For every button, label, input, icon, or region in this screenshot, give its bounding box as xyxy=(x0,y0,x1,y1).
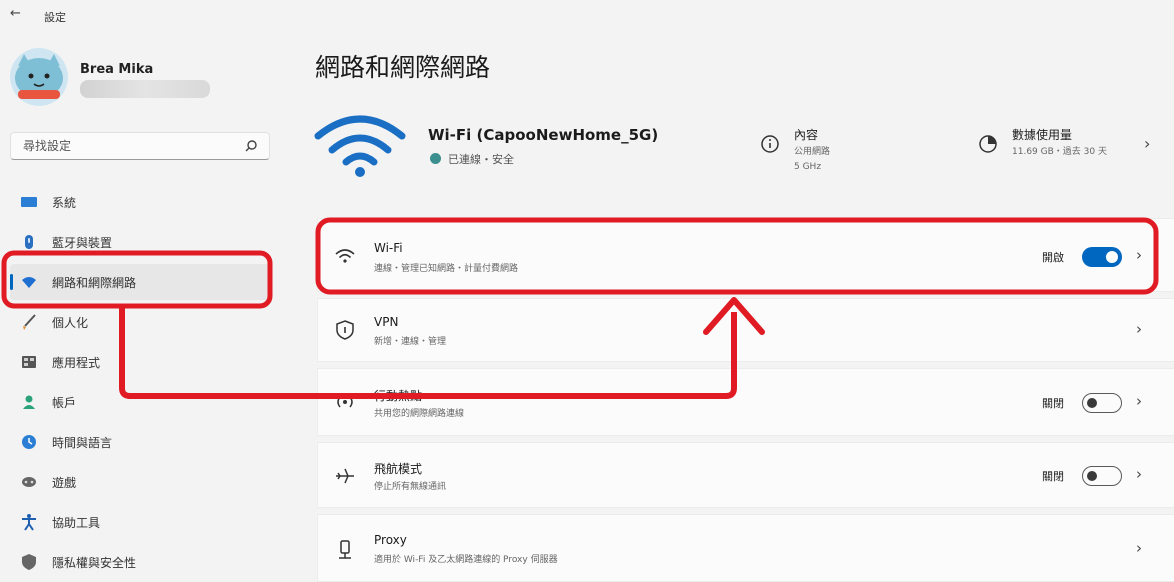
sidebar-item-label: 遊戲 xyxy=(52,476,77,490)
sidebar-item-apps[interactable]: 應用程式 xyxy=(10,344,270,380)
sidebar-item-label: 藍牙與裝置 xyxy=(52,236,113,250)
properties-network-type: 公用網路 xyxy=(794,147,831,157)
shield-icon xyxy=(22,554,36,570)
card-subtitle: 新增・連線・管理 xyxy=(374,337,447,347)
toggle-state-label: 開啟 xyxy=(1042,251,1064,264)
network-status: 已連線・安全 xyxy=(448,153,514,166)
vpn-card[interactable]: VPN 新增・連線・管理 › xyxy=(317,298,1174,362)
sidebar-item-label: 應用程式 xyxy=(52,356,101,370)
wifi-icon xyxy=(335,249,355,263)
search-input[interactable] xyxy=(21,138,245,154)
airplane-mode-toggle[interactable] xyxy=(1082,466,1122,486)
search-icon[interactable] xyxy=(242,137,260,155)
sidebar-item-label: 帳戶 xyxy=(52,396,77,410)
chevron-right-icon[interactable]: › xyxy=(1136,320,1142,338)
user-name: Brea Mika xyxy=(80,62,154,77)
card-subtitle: 連線・管理已知網路・計量付費網路 xyxy=(374,264,519,274)
person-icon xyxy=(23,395,35,409)
chevron-right-icon[interactable]: › xyxy=(1136,246,1142,264)
sidebar-item-accounts[interactable]: 帳戶 xyxy=(10,384,270,420)
sidebar-item-label: 時間與語言 xyxy=(52,436,113,450)
card-title: Wi-Fi xyxy=(374,241,403,255)
sidebar-item-privacy[interactable]: 隱私權與安全性 xyxy=(10,544,270,580)
connected-shield-icon xyxy=(430,153,441,164)
proxy-icon xyxy=(339,540,351,559)
wifi-card[interactable]: Wi-Fi 連線・管理已知網路・計量付費網路 開啟 › xyxy=(317,218,1174,292)
airplane-mode-card[interactable]: 飛航模式 停止所有無線通訊 關閉 › xyxy=(317,442,1174,508)
data-usage-icon xyxy=(979,135,997,153)
chevron-right-icon[interactable]: › xyxy=(1136,539,1142,557)
brush-icon xyxy=(23,314,36,330)
chevron-right-icon[interactable]: › xyxy=(1136,392,1142,410)
properties-title[interactable]: 內容 xyxy=(794,126,818,143)
sidebar-item-gaming[interactable]: 遊戲 xyxy=(10,464,270,500)
toggle-state-label: 關閉 xyxy=(1042,470,1064,483)
card-subtitle: 共用您的網際網路連線 xyxy=(374,409,465,419)
chevron-right-icon[interactable]: › xyxy=(1136,465,1142,483)
hotspot-toggle[interactable] xyxy=(1082,393,1122,413)
sidebar-item-time-language[interactable]: 時間與語言 xyxy=(10,424,270,460)
title-bar: ← 設定 xyxy=(0,0,1174,34)
wifi-large-icon xyxy=(314,115,406,177)
wifi-toggle[interactable] xyxy=(1082,247,1122,267)
bluetooth-devices-icon xyxy=(25,235,33,249)
monitor-icon xyxy=(21,197,37,207)
card-title: 飛航模式 xyxy=(374,462,423,476)
card-subtitle: 適用於 Wi-Fi 及乙太網路連線的 Proxy 伺服器 xyxy=(374,555,558,565)
sidebar-item-label: 隱私權與安全性 xyxy=(52,556,137,570)
sidebar-item-label: 系統 xyxy=(52,196,77,210)
app-title: 設定 xyxy=(44,11,66,24)
chevron-right-icon[interactable]: › xyxy=(1144,134,1150,153)
card-title: 行動熱點 xyxy=(374,389,423,403)
info-icon xyxy=(761,135,779,153)
sidebar-item-personalization[interactable]: 個人化 xyxy=(10,304,270,340)
network-name: Wi-Fi (CapooNewHome_5G) xyxy=(428,126,659,144)
card-title: Proxy xyxy=(374,533,407,547)
sidebar-item-label: 網路和網際網路 xyxy=(52,276,137,290)
airplane-icon xyxy=(336,468,354,484)
sidebar-item-bluetooth[interactable]: 藍牙與裝置 xyxy=(10,224,270,260)
sidebar-item-accessibility[interactable]: 協助工具 xyxy=(10,504,270,540)
page-title: 網路和網際網路 xyxy=(315,53,491,82)
hotspot-icon xyxy=(337,396,353,408)
sidebar: Brea Mika 系統 藍牙與裝置 網路和網際網路 個人化 xyxy=(0,34,300,582)
proxy-card[interactable]: Proxy 適用於 Wi-Fi 及乙太網路連線的 Proxy 伺服器 › xyxy=(317,514,1174,582)
globe-clock-icon xyxy=(22,435,36,449)
avatar[interactable] xyxy=(10,48,68,106)
hotspot-card[interactable]: 行動熱點 共用您的網際網路連線 關閉 › xyxy=(317,368,1174,436)
accessibility-icon xyxy=(22,514,36,531)
sidebar-item-label: 個人化 xyxy=(52,316,89,330)
active-indicator xyxy=(10,274,13,290)
toggle-state-label: 關閉 xyxy=(1042,397,1064,410)
data-usage-title[interactable]: 數據使用量 xyxy=(1012,126,1072,143)
back-arrow-icon[interactable]: ← xyxy=(10,6,21,21)
card-title: VPN xyxy=(374,315,399,329)
card-subtitle: 停止所有無線通訊 xyxy=(374,482,447,492)
sidebar-item-label: 協助工具 xyxy=(52,516,101,530)
search-box[interactable] xyxy=(10,132,270,160)
sidebar-item-system[interactable]: 系統 xyxy=(10,184,270,220)
user-email-redacted xyxy=(80,80,210,98)
apps-icon xyxy=(22,356,36,368)
vpn-shield-icon xyxy=(336,320,354,340)
sidebar-item-network[interactable]: 網路和網際網路 xyxy=(10,264,270,300)
wifi-icon xyxy=(22,277,36,288)
data-usage-detail: 11.69 GB・過去 30 天 xyxy=(1012,147,1107,157)
properties-band: 5 GHz xyxy=(794,162,822,172)
gamepad-icon xyxy=(22,477,36,487)
